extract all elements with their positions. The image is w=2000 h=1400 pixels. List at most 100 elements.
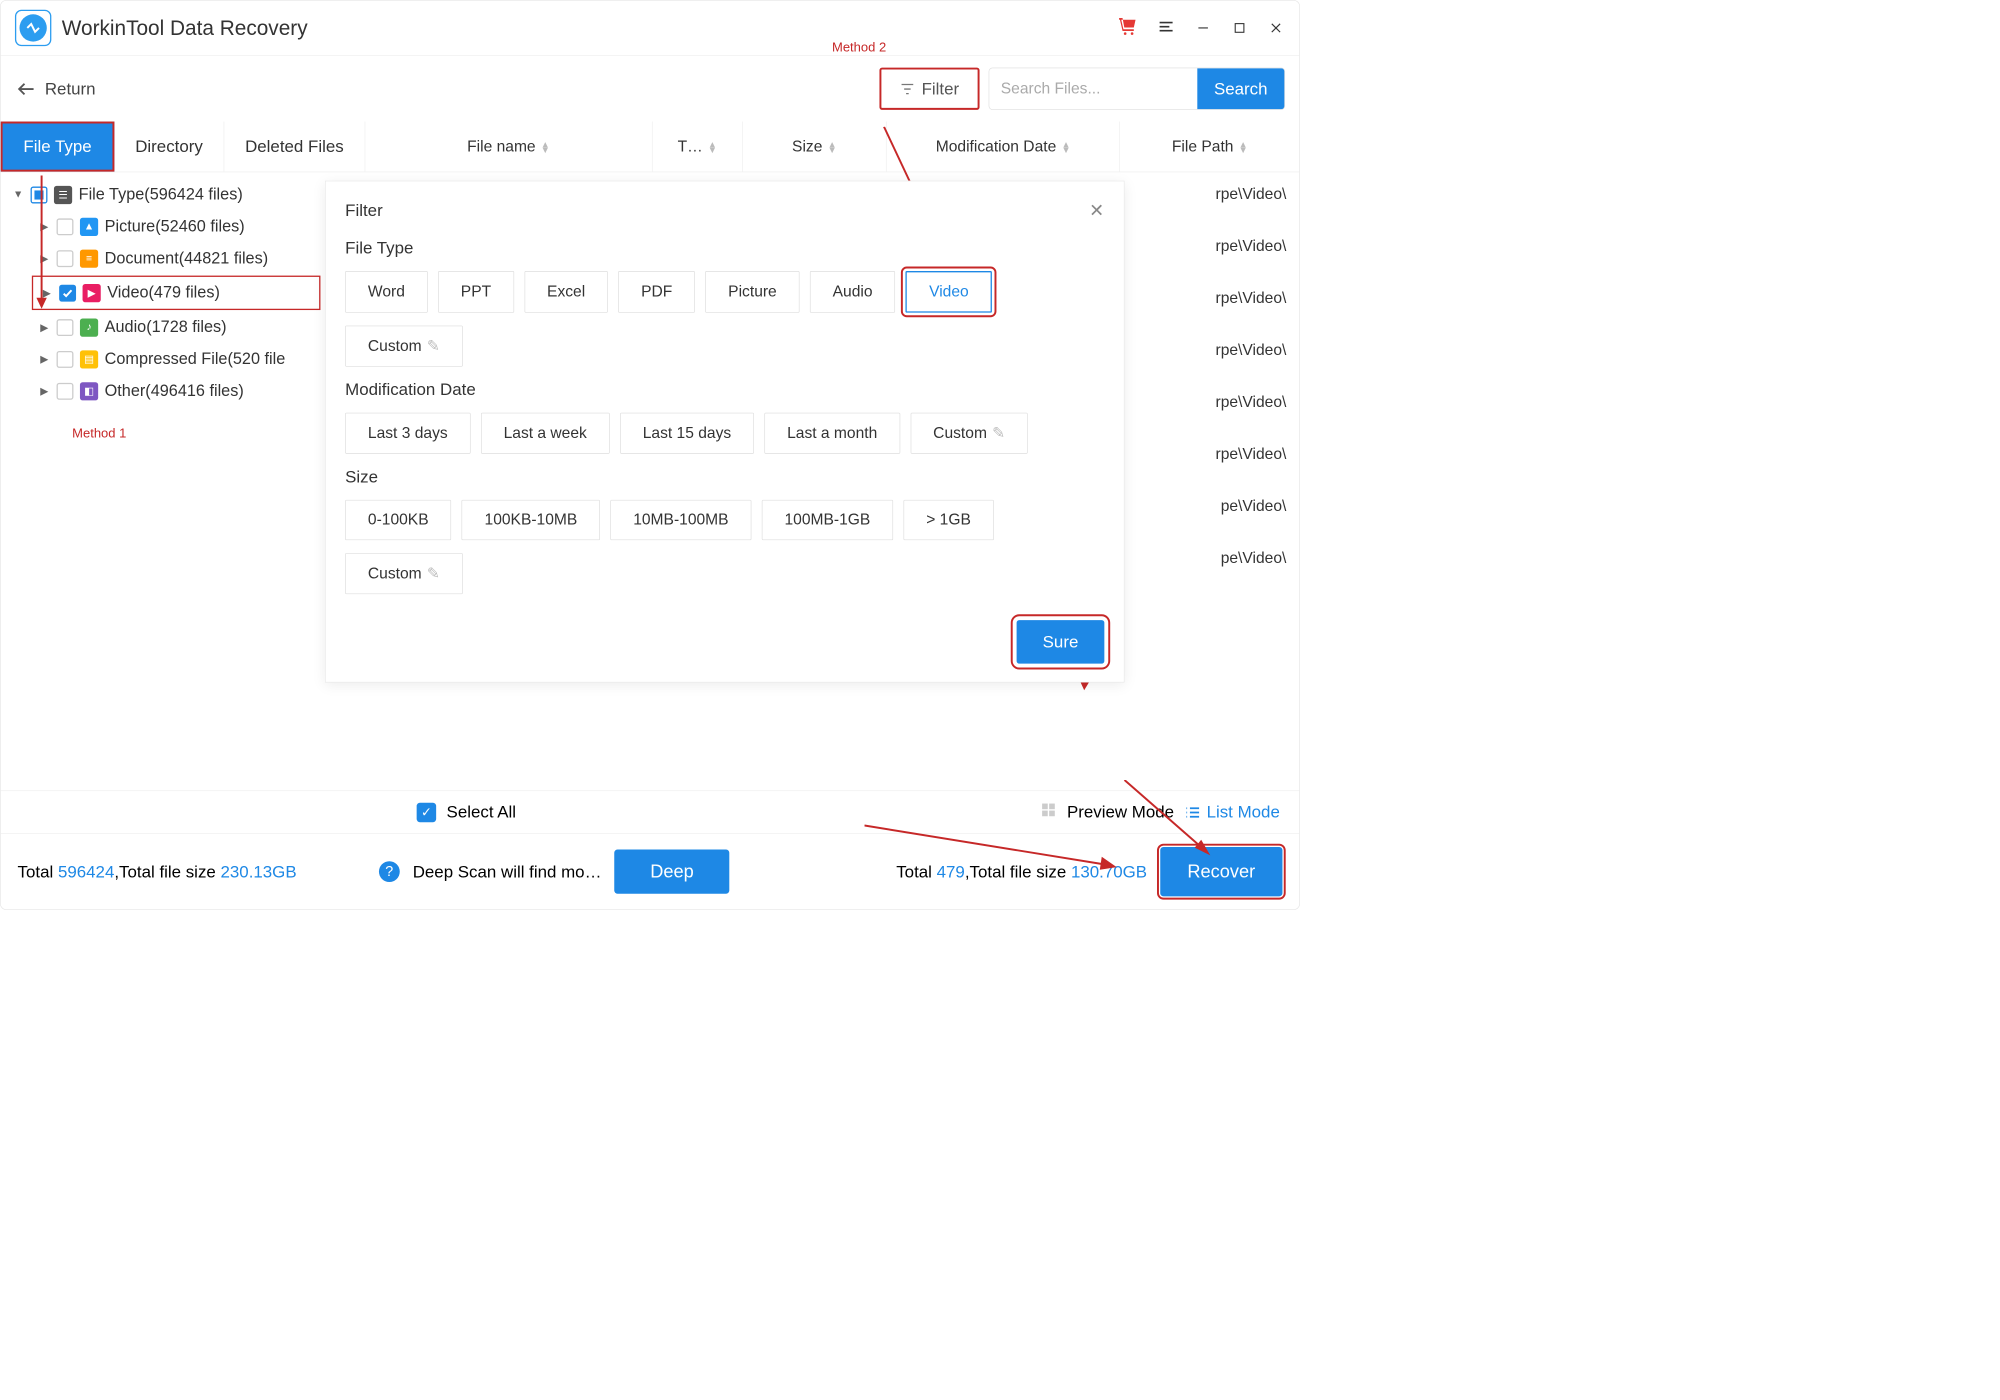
tree-audio[interactable]: ▶ ♪ Audio(1728 files) [1,311,326,343]
checkbox[interactable] [57,383,74,400]
close-icon[interactable]: ✕ [1089,200,1104,221]
list-icon [1184,804,1201,821]
search-button[interactable]: Search [1197,68,1284,109]
checkbox[interactable] [57,319,74,336]
tab-file-type[interactable]: File Type [1,122,115,172]
filter-date-15days[interactable]: Last 15 days [620,413,754,454]
filter-date-custom[interactable]: Custom✎ [910,413,1028,454]
checkbox[interactable] [57,250,74,267]
sort-icon: ▲▼ [1061,141,1070,151]
compressed-icon: ▤ [80,350,98,368]
filter-type-custom[interactable]: Custom✎ [345,326,463,367]
tree-picture[interactable]: ▶ ▲ Picture(52460 files) [1,211,326,243]
path-cell: rpe\Video\ [1216,289,1287,307]
filter-date-month[interactable]: Last a month [764,413,900,454]
tree-root[interactable]: ▼ ☰ File Type(596424 files) [1,179,326,211]
return-button[interactable]: Return [15,79,96,99]
caret-icon[interactable]: ▶ [38,252,50,265]
return-label: Return [45,79,96,99]
checkbox[interactable] [59,284,76,301]
search-input[interactable] [989,69,1197,108]
caret-icon[interactable]: ▶ [38,384,50,397]
caret-icon[interactable]: ▶ [41,286,53,299]
tree-label: File Type(596424 files) [79,185,243,204]
filter-sure-button[interactable]: Sure [1017,620,1105,664]
other-icon: ◧ [80,382,98,400]
tree-label: Video(479 files) [107,283,220,302]
col-size[interactable]: Size▲▼ [743,122,887,172]
filter-date-week[interactable]: Last a week [481,413,610,454]
list-mode-label: List Mode [1207,802,1280,822]
checkbox[interactable] [57,351,74,368]
path-cell: rpe\Video\ [1216,445,1287,463]
tree-compressed[interactable]: ▶ ▤ Compressed File(520 file [1,343,326,375]
filter-type-video[interactable]: Video [906,271,992,313]
filter-size-custom[interactable]: Custom✎ [345,553,463,594]
filter-size-3[interactable]: 10MB-100MB [610,500,751,540]
list-mode-button[interactable]: List Mode [1184,802,1279,822]
sort-icon: ▲▼ [708,141,717,151]
caret-icon[interactable]: ▶ [38,353,50,366]
filter-type-ppt[interactable]: PPT [438,271,514,313]
close-icon[interactable] [1267,19,1285,37]
filter-button[interactable]: Filter [879,68,979,110]
path-cell: rpe\Video\ [1216,237,1287,255]
filter-type-audio[interactable]: Audio [810,271,895,313]
caret-icon[interactable]: ▶ [38,321,50,334]
path-cell: rpe\Video\ [1216,185,1287,203]
filter-popup-title: Filter [345,200,383,220]
path-cell: pe\Video\ [1221,497,1287,515]
sidebar-tree: ▼ ☰ File Type(596424 files) ▶ ▲ Picture(… [1,172,326,790]
col-moddate[interactable]: Modification Date▲▼ [887,122,1121,172]
filter-popup: Filter ✕ File Type Word PPT Excel PDF Pi… [325,181,1125,683]
deep-button[interactable]: Deep [614,850,729,894]
tree-label: Compressed File(520 file [105,350,286,369]
preview-mode-label[interactable]: Preview Mode [1067,802,1174,822]
tree-other[interactable]: ▶ ◧ Other(496416 files) [1,375,326,407]
tab-directory[interactable]: Directory [114,122,224,172]
col-type[interactable]: T…▲▼ [652,122,742,172]
filter-type-pdf[interactable]: PDF [618,271,695,313]
filter-type-picture[interactable]: Picture [705,271,799,313]
checkbox[interactable] [57,218,74,235]
pencil-icon: ✎ [427,565,440,583]
filter-size-2[interactable]: 100KB-10MB [462,500,600,540]
col-filename[interactable]: File name▲▼ [365,122,652,172]
filter-size-4[interactable]: 100MB-1GB [762,500,893,540]
sort-icon: ▲▼ [541,141,550,151]
grid-icon[interactable] [1040,801,1057,822]
tree-label: Audio(1728 files) [105,318,227,337]
audio-icon: ♪ [80,318,98,336]
document-icon: ≡ [80,249,98,267]
filter-size-5[interactable]: > 1GB [903,500,993,540]
tab-deleted[interactable]: Deleted Files [224,122,365,172]
filter-type-word[interactable]: Word [345,271,427,313]
select-all-checkbox[interactable]: ✓ [417,802,437,822]
recover-button[interactable]: Recover [1160,847,1282,896]
tree-document[interactable]: ▶ ≡ Document(44821 files) [1,242,326,274]
sort-icon: ▲▼ [828,141,837,151]
help-icon[interactable]: ? [379,861,400,882]
cart-icon[interactable] [1117,16,1138,40]
tree-video[interactable]: ▶ ▶ Video(479 files) [32,276,321,310]
status-total: Total 596424,Total file size 230.13GB [18,862,297,882]
filter-type-excel[interactable]: Excel [524,271,608,313]
sort-icon: ▲▼ [1239,141,1248,151]
annotation-method1: Method 1 [1,426,326,441]
tree-label: Document(44821 files) [105,249,268,268]
tree-label: Other(496416 files) [105,382,244,401]
checkbox[interactable] [31,186,48,203]
caret-icon[interactable]: ▶ [38,220,50,233]
menu-icon[interactable] [1156,17,1176,40]
minimize-icon[interactable] [1194,19,1212,37]
filter-icon [899,81,915,97]
filter-size-1[interactable]: 0-100KB [345,500,451,540]
maximize-icon[interactable] [1230,19,1248,37]
filter-section-size: Size [345,467,1104,487]
filter-label: Filter [922,79,960,99]
picture-icon: ▲ [80,217,98,235]
col-path[interactable]: File Path▲▼ [1120,122,1299,172]
filter-date-3days[interactable]: Last 3 days [345,413,470,454]
app-logo [15,10,51,46]
caret-icon[interactable]: ▼ [12,189,24,201]
